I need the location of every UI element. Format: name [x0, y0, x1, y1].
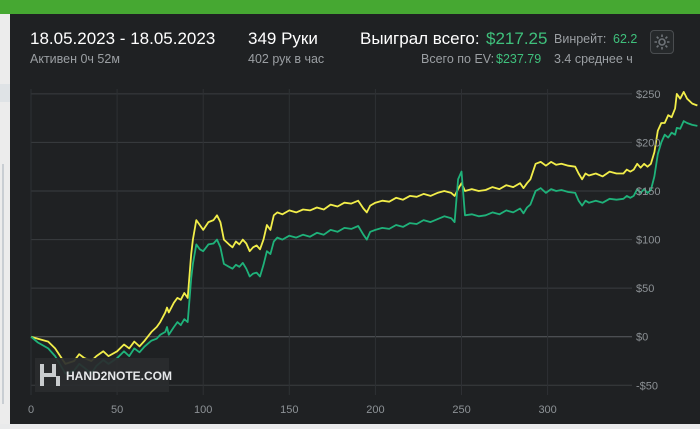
ev-total-value: $237.79 [496, 52, 542, 66]
gear-icon [654, 34, 670, 50]
winrate-value: 62.2 [613, 32, 638, 46]
ev-total-label: Всего по EV: [421, 52, 495, 66]
x-tick-label: 300 [538, 404, 556, 416]
x-tick-label: 250 [452, 404, 470, 416]
x-tick-label: 100 [194, 404, 212, 416]
winrate-clip: Винрейт: 62.2 3.4 среднее ч [554, 28, 644, 76]
app-top-bar [0, 0, 700, 14]
series-line-won [30, 120, 698, 375]
winrate-label: Винрейт: [554, 32, 607, 46]
sidebar-divider [2, 164, 4, 404]
x-tick-label: 50 [111, 404, 123, 416]
won-total-value: $217.25 [486, 29, 548, 48]
session-graph-panel: 18.05.2023 - 18.05.2023 Активен 0ч 52м 3… [10, 14, 700, 424]
y-tick-label: $250 [636, 89, 660, 101]
settings-button[interactable] [650, 30, 674, 54]
sidebar-highlight [0, 84, 10, 102]
y-tick-label: $200 [636, 137, 660, 149]
x-tick-label: 0 [28, 404, 34, 416]
y-tick-label: $0 [636, 332, 648, 344]
y-tick-label: -$50 [636, 380, 658, 392]
profit-chart: $250 $200 $150 $100 $50 $0 -$50 0 50 100 150 200 25… [10, 89, 700, 424]
hands-count: 349 Руки [248, 29, 318, 48]
x-axis-labels: 0 50 100 150 200 250 300 [28, 404, 557, 416]
watermark-text: HAND2NOTE.COM [66, 369, 172, 383]
x-tick-label: 150 [280, 404, 298, 416]
series-line-ev [30, 91, 698, 365]
date-range: 18.05.2023 - 18.05.2023 [30, 29, 216, 48]
profit-chart-svg: $250 $200 $150 $100 $50 $0 -$50 0 50 100 150 200 25… [28, 89, 698, 416]
won-total-label: Выиграл всего: [360, 29, 480, 48]
x-tick-label: 200 [366, 404, 384, 416]
hands-per-hour: 402 рук в час [248, 52, 325, 66]
y-tick-label: $150 [636, 186, 660, 198]
y-tick-label: $50 [636, 283, 654, 295]
y-tick-label: $100 [636, 235, 660, 247]
session-summary-header: 18.05.2023 - 18.05.2023 Активен 0ч 52м 3… [10, 14, 700, 82]
chart-series [30, 91, 698, 375]
avg-label: 3.4 среднее ч [554, 52, 633, 66]
active-time: Активен 0ч 52м [30, 52, 120, 66]
hand2note-watermark: HAND2NOTE.COM [35, 358, 172, 392]
left-sidebar-edge [0, 14, 10, 424]
chart-grid [30, 89, 632, 395]
